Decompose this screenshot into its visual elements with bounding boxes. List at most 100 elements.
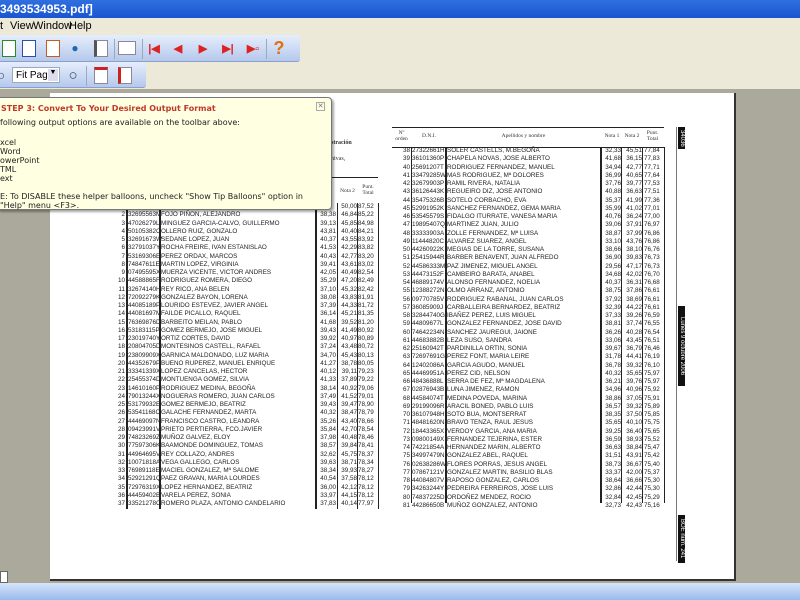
zoom-out-icon[interactable]: ○ [64, 66, 82, 84]
table-row: 6 32791037Y ROCHA FREIRE, IVAN ESTANISLAO 4… [50, 244, 380, 252]
cell-total: 78,41 [358, 442, 374, 450]
zoom-in-icon[interactable]: ○ [0, 66, 10, 84]
cell-nota2: 44,22 [626, 303, 642, 311]
cell-dni: 74823269Z [128, 434, 160, 441]
column-rule [664, 147, 665, 503]
table-row: 30 77597306K BAAMONDE DOMINGUEZ, TOMAS 38,5… [50, 442, 380, 450]
cell-nota1: 41,53 [320, 244, 336, 252]
last-page-icon[interactable]: ▶| [219, 39, 237, 57]
cell-nota1: 39,06 [605, 221, 621, 229]
table-row: 34 52921291Q PAEZ GRAVAN, MARIA LOURDES 40,… [50, 475, 380, 483]
cell-dni: 34263244Y [412, 485, 445, 493]
cell-name: SOLER CASTELLS, M.BEGOÑA [447, 147, 540, 154]
table-row: 56 09770785V RODRIGUEZ RABANAL, JUAN CARLO… [392, 296, 667, 304]
cell-dni: 25415944R [412, 254, 445, 262]
cell-total: 75,37 [644, 468, 660, 476]
cell-nota2: 37,91 [626, 221, 642, 229]
table-row: 45 52991952K SANCHEZ FERNANDEZ, GEMA MARIA… [392, 205, 667, 213]
table-row: 17 23019740Y ORTIZ CORTES, DAVID 39,92 40,97… [50, 335, 380, 343]
column-rule [357, 203, 358, 509]
cell-nota2: 37,89 [341, 376, 357, 384]
rotate-clockwise-icon[interactable] [92, 66, 110, 84]
table-row: 28 09423991V PRIETO PERTIERRA, FCO.JAVIER 3… [50, 426, 380, 434]
cell-orden: 12 [117, 293, 125, 301]
table-row: 18 20804705D MONTESINOS CASTELL, RAFAEL 37,… [50, 343, 380, 351]
previous-page-icon[interactable]: ◀ [169, 39, 187, 57]
table-row: 19 23809909X GARNICA MALDONADO, LUZ MARIA 3… [50, 352, 380, 360]
cell-orden: 50 [402, 246, 410, 253]
html-export-icon[interactable]: ● [66, 39, 84, 57]
table-row: 47 19895407Q MARTINEZ JUAN, JULIO 39,06 37,9… [392, 221, 667, 229]
cell-nota2: 36,63 [626, 188, 642, 196]
table-row: 63 72697691G PEREZ FONT, MARIA LEIRE 31,78 4… [392, 353, 667, 361]
cell-dni: 74847611E [128, 260, 160, 268]
cell-orden: 13 [117, 302, 125, 309]
cell-orden: 54 [402, 279, 410, 286]
first-page-icon[interactable]: |◀ [145, 39, 163, 57]
cell-nota2: 37,74 [626, 320, 642, 328]
table-row: 67 02876943B LUNA JIMENEZ, RAMON 34,96 40,96… [392, 386, 667, 394]
cell-dni: 10071818A [128, 458, 161, 466]
table-row: 68 44584074T MEDINA POVEDA, MARINA 38,86 37,… [392, 395, 667, 403]
cell-orden: 71 [402, 419, 410, 427]
cell-dni: 44081697M [128, 310, 162, 318]
cell-nota1: 34,96 [605, 386, 621, 394]
title-bar: 3493534953.pdf] [0, 0, 800, 18]
table-row: 23 14610160P RODRIGUEZ MEDINA, BEGOÑA 38,14… [50, 385, 380, 393]
cell-dni: 44085189P [128, 302, 161, 309]
table-row: 58 32844740G IBAÑEZ PEREZ, LUIS MIGUEL 37,3… [392, 312, 667, 320]
cell-dni: 36107948H [412, 411, 445, 418]
cell-orden: 73 [402, 435, 410, 443]
cell-nota1: 32,39 [605, 303, 621, 311]
zoom-select[interactable]: Fit Page ▼ [12, 67, 60, 83]
cell-nota1: 38,08 [320, 293, 336, 301]
table-row: 76 02638286W FLORES PORRAS, JESUS ANGEL 38,… [392, 461, 667, 469]
word-export-icon[interactable] [20, 39, 38, 57]
left-panel-tab[interactable] [0, 571, 8, 583]
cell-name: PEREZ CID, NELSON [447, 369, 510, 377]
cell-nota1: 35,37 [605, 196, 621, 204]
menu-help[interactable]: Help [69, 20, 92, 32]
cell-nota1: 41,33 [320, 376, 336, 384]
cell-dni: 44809677L [412, 320, 444, 328]
text-export-icon[interactable] [92, 39, 110, 57]
cell-total: 76,73 [644, 262, 660, 270]
boe-label: BOE núm. 241 [678, 515, 685, 563]
help-icon[interactable]: ? [270, 38, 288, 58]
cell-nota1: 38,66 [605, 246, 621, 253]
cell-orden: 23 [117, 384, 125, 392]
cell-nota1: 36,99 [605, 171, 621, 179]
menu-edit[interactable]: t [0, 20, 3, 32]
cell-name: LEZA SUSO, SANDRA [447, 336, 512, 344]
cell-orden: 20 [117, 359, 125, 367]
cell-nota2: 36,66 [626, 477, 642, 484]
cell-nota1: 36,78 [605, 361, 621, 369]
cell-nota2: 43,83 [341, 293, 357, 301]
close-icon[interactable]: ✕ [316, 102, 325, 111]
cell-dni: 18443365X [412, 427, 445, 435]
powerpoint-export-icon[interactable] [44, 39, 62, 57]
cell-name: MARTIN LOPEZ, VIRGINIA [161, 260, 239, 268]
cell-nota1: 37,83 [320, 500, 336, 507]
cell-name: ARACIL BONED, PABLO LUIS [447, 402, 534, 410]
header-nota1: Nota 1 [604, 133, 620, 139]
cell-total: 84,98 [358, 219, 374, 227]
cell-total: 76,68 [644, 279, 660, 286]
pdf-convert-icon[interactable] [118, 39, 136, 57]
cell-nota1: 38,73 [605, 460, 621, 468]
rotate-counterclockwise-icon[interactable] [116, 66, 134, 84]
cell-dni: 44352679P [128, 359, 161, 367]
cell-name: MINGUEZ GARCIA-CALVO, GUILLERMO [161, 219, 280, 227]
next-page-icon[interactable]: ▶ [194, 39, 212, 57]
menu-view[interactable]: View [10, 20, 34, 32]
cell-dni: 33333903A [412, 229, 445, 237]
cell-total: 78,54 [358, 425, 374, 433]
cell-nota1: 37,24 [320, 343, 336, 351]
excel-export-icon[interactable] [0, 39, 18, 57]
cell-orden: 70 [402, 411, 410, 418]
cell-nota2: 39,77 [626, 180, 642, 187]
go-to-page-icon[interactable]: ▶▫ [244, 39, 262, 57]
cell-orden: 77 [402, 468, 410, 476]
menu-window[interactable]: Window [33, 20, 72, 32]
cell-nota2: 43,55 [341, 236, 357, 243]
